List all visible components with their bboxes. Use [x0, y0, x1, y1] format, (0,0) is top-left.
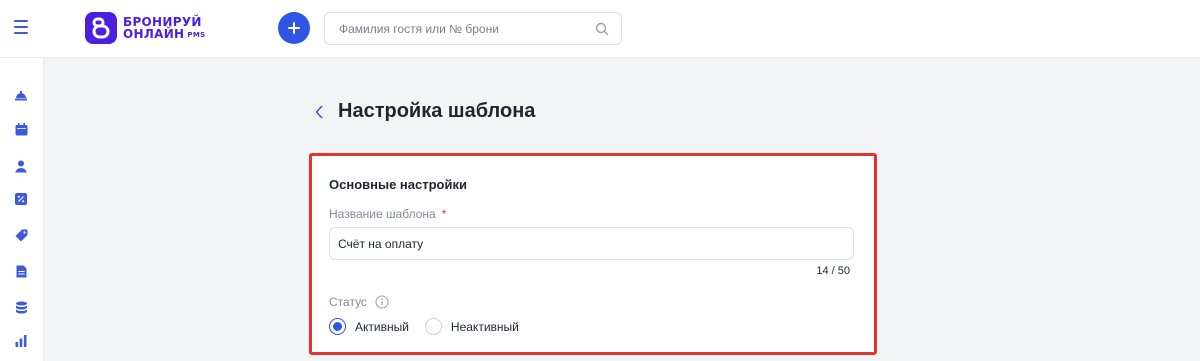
logo-text: БРОНИРУЙ ОНЛАЙН PMS — [123, 14, 206, 41]
plus-icon — [288, 22, 300, 34]
bell-icon — [15, 91, 27, 101]
sidebar-item-tariffs[interactable] — [14, 228, 28, 242]
highlight-frame — [309, 153, 877, 355]
percent-icon — [15, 193, 27, 205]
sidebar-item-reception[interactable] — [14, 88, 28, 102]
sidebar-item-guests[interactable] — [14, 159, 28, 173]
bar-chart-icon — [15, 335, 27, 347]
tag-icon — [15, 229, 27, 241]
calendar-icon — [15, 122, 27, 135]
document-icon — [16, 265, 26, 277]
top-bar: БРОНИРУЙ ОНЛАЙН PMS — [0, 0, 1200, 58]
search-input[interactable] — [339, 21, 589, 36]
chevron-left-icon — [315, 105, 323, 119]
logo[interactable]: БРОНИРУЙ ОНЛАЙН PMS — [85, 12, 205, 44]
menu-icon[interactable] — [14, 20, 28, 34]
page-title: Настройка шаблона — [338, 100, 536, 122]
guest-search — [324, 12, 622, 45]
back-button[interactable] — [312, 103, 326, 121]
logo-mark-icon — [85, 12, 117, 44]
sidebar — [0, 58, 44, 361]
user-icon — [15, 160, 27, 172]
sidebar-item-finance[interactable] — [14, 300, 28, 314]
sidebar-item-calendar[interactable] — [14, 122, 28, 136]
add-booking-button[interactable] — [278, 12, 310, 44]
sidebar-item-documents[interactable] — [14, 264, 28, 278]
database-icon — [15, 301, 27, 313]
sidebar-item-reports[interactable] — [14, 334, 28, 348]
search-icon[interactable] — [595, 22, 609, 36]
sidebar-item-discounts[interactable] — [14, 192, 28, 206]
